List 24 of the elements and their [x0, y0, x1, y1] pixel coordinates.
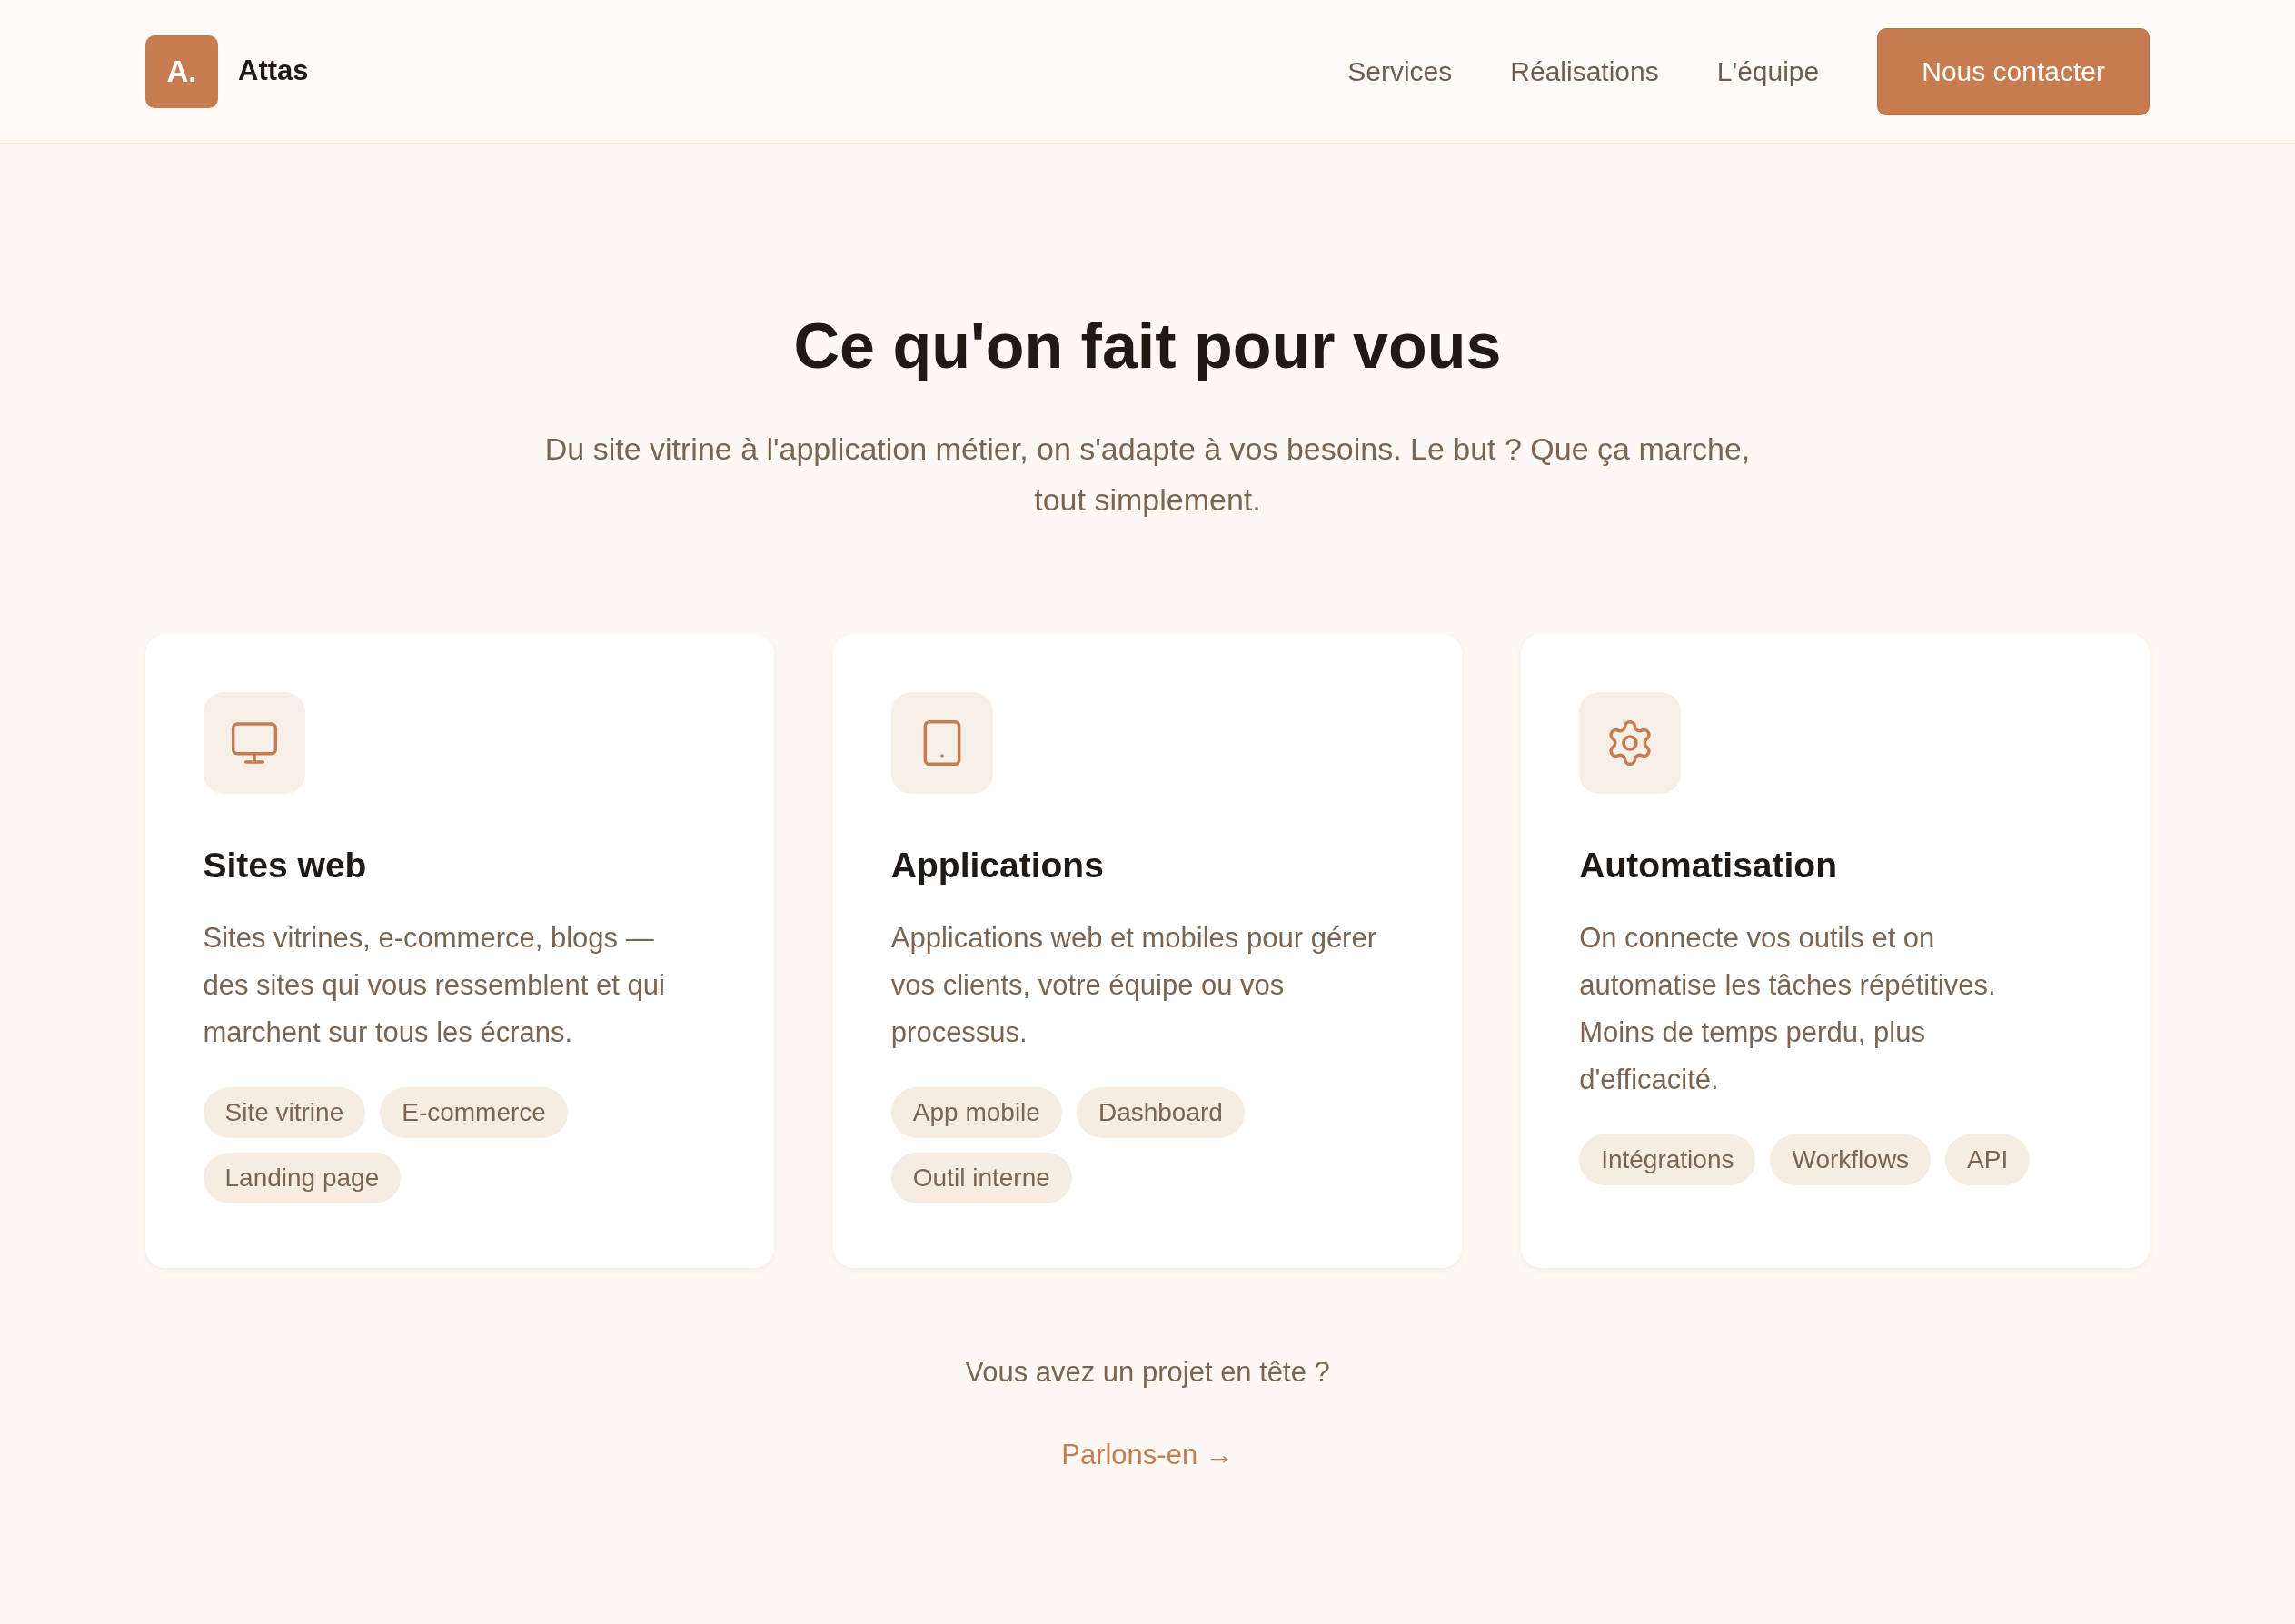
card-title: Sites web: [203, 845, 368, 886]
tag: Site vitrine: [203, 1086, 366, 1138]
tag: Dashboard: [1076, 1086, 1245, 1138]
tag: API: [1945, 1134, 2031, 1185]
contact-button[interactable]: Nous contacter: [1877, 27, 2150, 115]
brand-name: Attas: [238, 54, 309, 89]
card-description: Applications web et mobiles pour gérer vos clients, votre équipe ou vos processus.: [890, 920, 1377, 1050]
tag: E-commerce: [380, 1086, 568, 1138]
nav-link[interactable]: L'équipe: [1716, 51, 1820, 92]
nav-link[interactable]: Services: [1347, 51, 1453, 92]
tag: Outil interne: [890, 1152, 1072, 1203]
card-description: On connecte vos outils et on automatise les tâches répétitives. Moins de temps perdu, plus d'efficacité.: [1579, 920, 1997, 1097]
tag: Intégrations: [1579, 1134, 1756, 1185]
contact-link[interactable]: Parlons-en →: [1061, 1433, 1234, 1476]
card-description: Sites vitrines, e-commerce, blogs — des sites qui vous ressemblent et qui marchent sur tous les écrans.: [203, 920, 666, 1050]
section-subtitle: Du site vitrine à l'application métier, on s'adapte à vos besoins. Le but ? Que ça marche, tout simplement.: [543, 431, 1752, 519]
logo-mark: A.: [145, 35, 218, 108]
tag: Landing page: [203, 1152, 402, 1203]
cta-question: Vous avez un projet en tête ?: [965, 1355, 1330, 1390]
card-title: Applications: [890, 845, 1105, 886]
nav-link[interactable]: Réalisations: [1510, 51, 1659, 92]
card-title: Automatisation: [1579, 845, 1838, 886]
tag: App mobile: [890, 1086, 1062, 1138]
tag: Workflows: [1770, 1134, 1932, 1185]
